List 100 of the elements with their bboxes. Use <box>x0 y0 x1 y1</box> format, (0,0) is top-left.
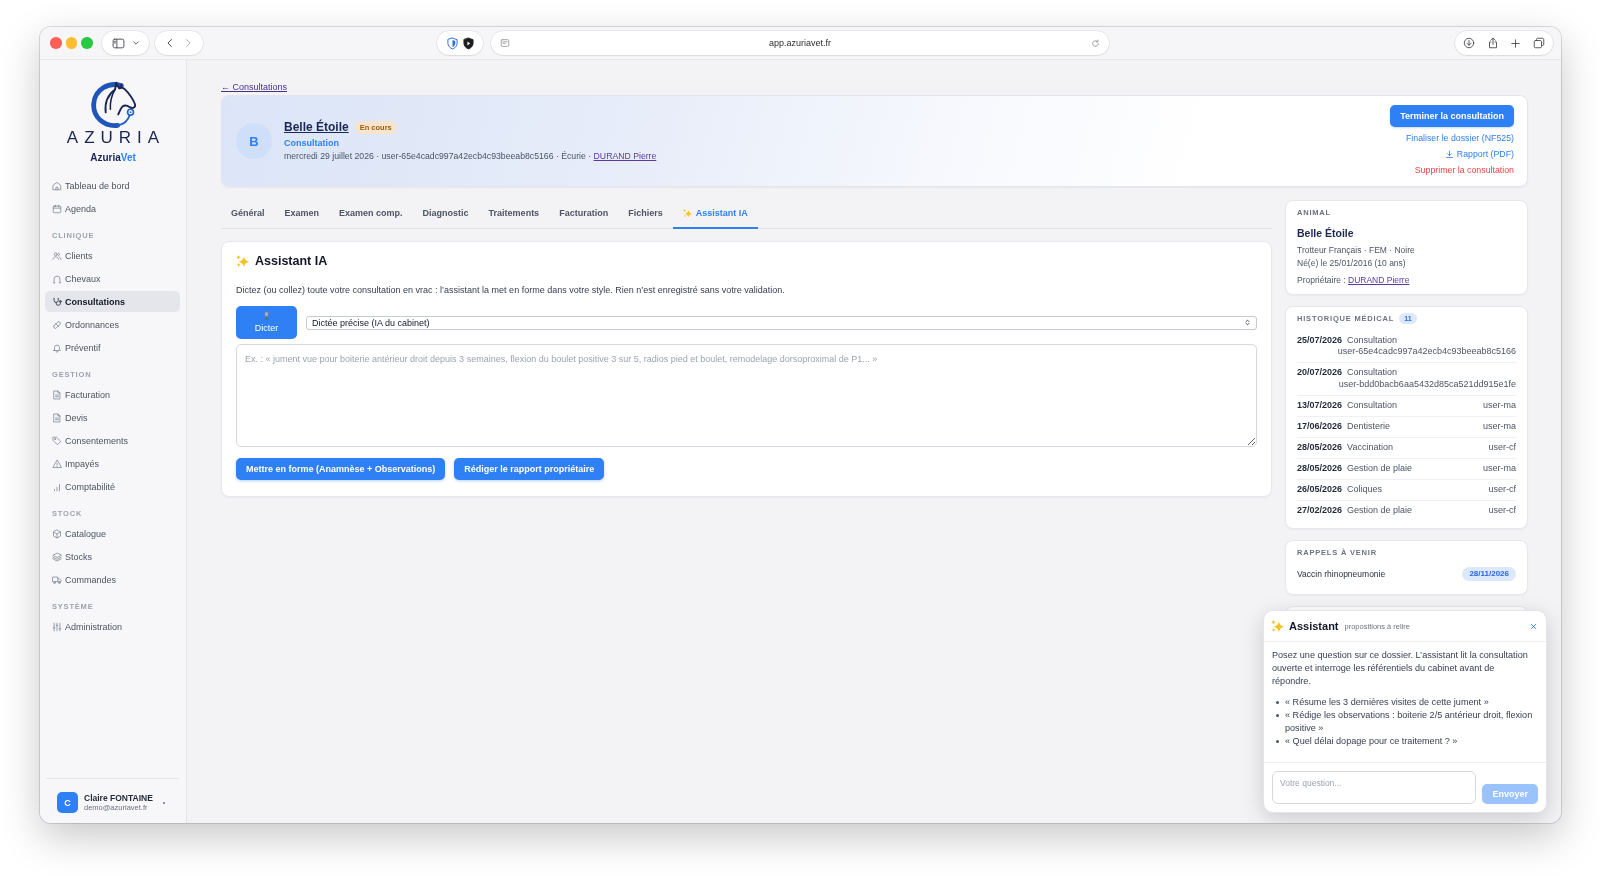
action-button[interactable]: Mettre en forme (Anamnèse + Observations) <box>236 458 446 480</box>
history-date: 28/05/2026 <box>1297 441 1343 453</box>
tab[interactable]: Assistant IA <box>672 200 758 229</box>
nav-item[interactable]: Comptabilité <box>45 476 180 497</box>
history-type: Gestion de plaie <box>1347 462 1413 474</box>
pill-icon <box>52 319 62 330</box>
history-user: user-ma <box>1483 462 1516 474</box>
tab[interactable]: Examen <box>274 200 330 229</box>
bullet-icon <box>1276 701 1279 704</box>
dictation-input[interactable]: Ex. : « jument vue pour boiterie antérieur droit depuis 3 semaines, flexion du boulet positive 3 sur 5, radios pied et boulet, remodelage dorsoproximal de P1... » <box>236 344 1257 447</box>
nav-item[interactable]: Préventif <box>45 337 180 358</box>
nav-item[interactable]: Impayés <box>45 453 180 474</box>
nav-item[interactable]: Consentements <box>45 430 180 451</box>
plus-icon[interactable] <box>1510 37 1522 49</box>
horse-name-link[interactable]: Belle Étoile <box>284 120 349 134</box>
animal-name: Belle Étoile <box>1297 227 1355 240</box>
chevron-down-icon[interactable] <box>131 39 140 47</box>
tabs-icon[interactable] <box>1532 37 1545 49</box>
truck-icon <box>52 574 62 585</box>
suggestion-text: « Résume les 3 dernières visites de cette jument » <box>1285 696 1489 709</box>
tab[interactable]: Traitements <box>478 200 550 229</box>
download-link[interactable]: Rapport (PDF) <box>1444 146 1514 162</box>
history-date: 13/07/2026 <box>1297 399 1343 411</box>
nav-item[interactable]: Ordonnances <box>45 314 180 335</box>
history-type: Gestion de plaie <box>1347 504 1413 516</box>
nav-item[interactable]: Consultations <box>45 291 180 312</box>
chat-intro: Posez une question sur ce dossier. L’assistant lit la consultation ouverte et interroge les référentiels du cabinet avant de répondre. <box>1272 649 1529 688</box>
owner-line: Propriétaire : DURAND Pierre <box>1297 273 1411 287</box>
owner-link[interactable]: DURAND Pierre <box>593 151 657 161</box>
history-type: Consultation <box>1347 367 1398 379</box>
shield-icon[interactable] <box>461 36 475 50</box>
bullet-icon <box>1276 714 1279 717</box>
owner-link[interactable]: DURAND Pierre <box>1348 274 1410 285</box>
delete-link[interactable]: Supprimer la consultation <box>1414 162 1514 178</box>
nav-item[interactable]: Devis <box>45 407 180 428</box>
tab[interactable]: Fichiers <box>618 200 673 229</box>
history-type: Coliques <box>1347 483 1383 495</box>
up-down-chevron-icon <box>1244 319 1251 326</box>
document-icon <box>52 412 62 423</box>
chat-title: Assistant <box>1289 620 1339 632</box>
page-icon <box>499 38 510 48</box>
horseshoe-icon <box>52 273 62 284</box>
nav-item[interactable]: Chevaux <box>45 268 180 289</box>
layers-icon <box>52 551 62 562</box>
animal-detail: Né(e) le 25/01/2016 (10 ans) <box>1297 256 1407 270</box>
address-bar[interactable]: app.azuriavet.fr <box>490 31 1109 55</box>
sparkle-icon <box>682 208 692 218</box>
dictate-button[interactable]: Dicter <box>236 306 297 339</box>
nav-item[interactable]: Tableau de bord <box>45 175 180 196</box>
tab[interactable]: Facturation <box>549 200 619 229</box>
nav-item[interactable]: Catalogue <box>45 523 180 544</box>
history-user: user-cf <box>1488 504 1516 516</box>
tab[interactable]: Diagnostic <box>412 200 479 229</box>
warning-icon <box>52 458 62 469</box>
breadcrumb-link[interactable]: ← Consultations <box>221 82 288 92</box>
sliders-icon <box>52 621 62 632</box>
box-icon <box>52 528 62 539</box>
nav-item[interactable]: Stocks <box>45 546 180 567</box>
history-type: Vaccination <box>1347 441 1393 453</box>
bullet-icon <box>1276 740 1279 743</box>
sidebar-icon[interactable] <box>111 36 125 50</box>
action-link[interactable]: Finaliser le dossier (NF525) <box>1405 130 1514 146</box>
nav-item[interactable]: Facturation <box>45 384 180 405</box>
nav-item[interactable]: Commandes <box>45 569 180 590</box>
history-date: 20/07/2026 <box>1297 367 1343 379</box>
home-icon <box>52 180 62 191</box>
nav-item[interactable]: Agenda <box>45 198 180 219</box>
end-consultation-button[interactable]: Terminer la consultation <box>1390 105 1514 127</box>
history-user: user-65e4cadc997a42ecb4c93beeab8c5166 <box>1337 346 1516 358</box>
tag-icon <box>52 435 62 446</box>
calendar-icon <box>52 203 62 214</box>
history-user: user-cf <box>1488 483 1516 495</box>
history-user: user-bdd0bacb6aa5432d85ca521dd915e1fe <box>1338 378 1516 390</box>
sparkle-icon <box>236 255 249 267</box>
reminder-label: Vaccin rhinopneumonie <box>1297 568 1386 579</box>
reminder-date-badge: 28/11/2026 <box>1462 566 1516 581</box>
horse-logo-icon <box>89 80 137 128</box>
tab[interactable]: Général <box>221 200 275 229</box>
history-date: 28/05/2026 <box>1297 462 1343 474</box>
panel-title: Assistant IA <box>255 254 328 268</box>
close-window-icon[interactable] <box>50 37 62 49</box>
avatar-initial: B <box>236 123 272 159</box>
history-date: 26/05/2026 <box>1297 483 1343 495</box>
action-button[interactable]: Rédiger le rapport propriétaire <box>454 458 605 480</box>
consultation-meta: mercredi 29 juillet 2026 · user-65e4cadc997a42ecb4c93beeab8c5166 · Écurie · DURAND Pierre <box>284 150 657 162</box>
nav-item[interactable]: Clients <box>45 245 180 266</box>
tab[interactable]: Examen comp. <box>329 200 413 229</box>
nav-item[interactable]: Administration <box>45 616 180 637</box>
animal-detail: Trotteur Français · FEM · Noire <box>1297 243 1416 257</box>
question-input[interactable]: Votre question... <box>1272 771 1477 804</box>
share-icon[interactable] <box>1486 37 1499 49</box>
stethoscope-icon <box>52 296 62 307</box>
close-icon[interactable] <box>1530 622 1537 630</box>
mode-select[interactable]: Dictée précise (IA du cabinet) <box>306 315 1257 330</box>
sparkle-icon <box>1271 620 1284 632</box>
download-icon[interactable] <box>1463 37 1475 49</box>
history-user: user-cf <box>1488 441 1516 453</box>
history-user: user-ma <box>1483 420 1516 432</box>
chevron-left-icon[interactable] <box>164 38 175 48</box>
history-date: 17/06/2026 <box>1297 420 1343 432</box>
